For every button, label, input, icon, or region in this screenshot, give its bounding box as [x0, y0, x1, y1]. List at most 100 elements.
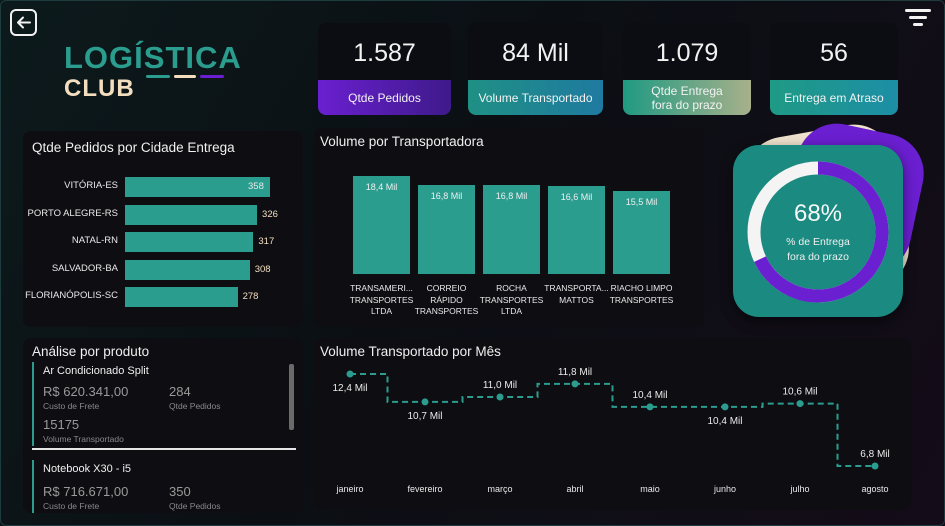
monthly-category-label: junho — [713, 484, 736, 494]
carrier-category-label: TRANSPORTES — [349, 294, 414, 305]
filter-icon — [905, 9, 931, 12]
carrier-category-label: LTDA — [370, 306, 393, 316]
product-orders: 350 — [169, 484, 191, 499]
carrier-category-label: TRANSPORTES — [479, 294, 544, 305]
product-name: Ar Condicionado Split — [43, 365, 149, 377]
carrier-value-label: 16,6 Mil — [560, 191, 593, 202]
gauge-caption-line1: % de Entrega — [786, 236, 850, 248]
city-label: SALVADOR-BA — [51, 262, 118, 274]
product-freight: R$ 620.341,00 — [43, 384, 129, 399]
product-scrollbar[interactable] — [289, 364, 294, 430]
product-item-accent — [32, 362, 34, 446]
filter-icon-line — [909, 16, 927, 19]
carrier-value-label: 15,5 Mil — [625, 197, 658, 208]
monthly-value-label: 10,6 Mil — [782, 387, 817, 398]
monthly-category-label: agosto — [861, 484, 888, 494]
carrier-chart-card: Volume por Transportadora 18,4 Mil TRANSA… — [314, 128, 704, 327]
city-label: PORTO ALEGRE-RS — [27, 207, 118, 219]
monthly-category-label: fevereiro — [407, 484, 442, 494]
gauge-value: 68% — [793, 200, 843, 227]
carrier-chart-title: Volume por Transportadora — [320, 134, 484, 149]
monthly-value-label: 10,4 Mil — [707, 416, 742, 427]
gauge-ring — [747, 161, 889, 303]
city-bar[interactable] — [125, 287, 238, 307]
product-item[interactable]: Notebook X30 - i5 R$ 716.671,00 Custo de… — [23, 460, 293, 513]
product-orders: 284 — [169, 384, 191, 399]
city-chart-card: Qtde Pedidos por Cidade Entrega VITÓRIA-… — [23, 131, 303, 327]
logo-line2: CLUB — [64, 75, 135, 102]
product-freight-label: Custo de Frete — [43, 501, 100, 511]
city-value-label: 308 — [254, 263, 271, 275]
monthly-chart-card: Volume Transportado por Mês 12,4 Mil jane… — [314, 338, 911, 510]
product-divider — [32, 448, 296, 450]
city-label: NATAL-RN — [71, 235, 118, 246]
logo-bar-purple — [200, 75, 224, 78]
monthly-point[interactable] — [346, 370, 354, 378]
product-volume: 15175 — [43, 417, 80, 432]
city-label: VITÓRIA-ES — [64, 180, 118, 191]
monthly-value-label: 10,7 Mil — [407, 411, 442, 422]
city-value-label: 278 — [242, 291, 259, 302]
city-label: FLORIANÓPOLIS-SC — [25, 290, 118, 301]
product-freight: R$ 716.671,00 — [43, 484, 129, 499]
kpi-label: Entrega em Atraso — [770, 80, 898, 115]
monthly-value-label: 10,4 Mil — [632, 390, 667, 401]
product-volume-label: Volume Transportado — [43, 434, 124, 444]
city-bar[interactable] — [125, 204, 258, 225]
monthly-category-label: maio — [640, 484, 660, 494]
kpi-card-orders: 1.587 Qtde Pedidos — [318, 23, 451, 115]
product-title: Análise por produto — [32, 344, 150, 359]
monthly-category-label: março — [487, 484, 512, 494]
arrow-left-icon — [17, 16, 31, 29]
monthly-point[interactable] — [721, 403, 729, 411]
monthly-value-label: 6,8 Mil — [860, 449, 889, 460]
carrier-category-label: TRANSPORTES — [414, 306, 479, 316]
carrier-category-label: RIACHO LIMPO — [610, 283, 673, 293]
logo-bar-cream — [174, 75, 196, 78]
monthly-point[interactable] — [421, 398, 429, 406]
kpi-card-late-orders: 1.079 Qtde Entrega fora do prazo — [623, 23, 751, 115]
kpi-card-volume: 84 Mil Volume Transportado — [468, 23, 603, 115]
carrier-value-label: 18,4 Mil — [365, 182, 398, 192]
carrier-value-label: 16,8 Mil — [430, 190, 463, 201]
kpi-card-delayed: 56 Entrega em Atraso — [770, 23, 898, 115]
monthly-value-label: 12,4 Mil — [332, 383, 367, 394]
logo-line1: LOGÍSTICA — [64, 40, 242, 75]
city-value-label: 326 — [262, 208, 278, 220]
product-card: Análise por produto Ar Condicionado Spli… — [23, 338, 303, 513]
city-bar[interactable] — [125, 259, 250, 280]
city-value-label: 317 — [258, 236, 275, 247]
filter-icon-line — [913, 23, 923, 26]
product-item-accent — [32, 460, 34, 513]
kpi-label: Qtde Entrega fora do prazo — [623, 80, 751, 115]
monthly-value-label: 11,0 Mil — [483, 380, 517, 391]
product-orders-label: Qtde Pedidos — [169, 401, 221, 411]
kpi-value: 1.587 — [353, 39, 416, 67]
kpi-value: 84 Mil — [502, 39, 569, 67]
product-freight-label: Custo de Frete — [43, 401, 100, 411]
filter-button[interactable] — [905, 9, 931, 29]
kpi-label: Qtde Pedidos — [318, 80, 451, 115]
monthly-point[interactable] — [496, 393, 504, 401]
monthly-point[interactable] — [646, 403, 654, 411]
kpi-value: 1.079 — [655, 39, 719, 67]
back-button[interactable] — [10, 9, 37, 36]
carrier-category-label: TRANSPORTES — [609, 294, 674, 305]
monthly-point[interactable] — [796, 400, 804, 408]
city-bar[interactable] — [125, 232, 254, 252]
monthly-value-label: 11,8 Mil — [558, 367, 592, 378]
monthly-category-label: abril — [566, 484, 583, 494]
gauge-caption-line2: fora do prazo — [787, 251, 849, 263]
carrier-category-label: TRANSPORTA... — [544, 283, 609, 293]
product-orders-label: Qtde Pedidos — [169, 501, 221, 511]
product-item[interactable]: Ar Condicionado Split R$ 620.341,00 Cust… — [23, 362, 293, 450]
carrier-category-label: RÁPIDO — [430, 294, 463, 305]
carrier-category-label: TRANSAMERI... — [350, 283, 413, 293]
logo-bar-teal — [146, 75, 170, 78]
carrier-category-label: ROCHA — [496, 283, 527, 293]
monthly-chart: 12,4 Mil janeiro 10,7 Mil fevereiro 11,0 Mil… — [332, 367, 889, 494]
monthly-point[interactable] — [571, 380, 579, 388]
monthly-point[interactable] — [871, 462, 879, 470]
monthly-category-label: julho — [789, 484, 809, 494]
carrier-category-label: CORREIO — [426, 283, 467, 293]
